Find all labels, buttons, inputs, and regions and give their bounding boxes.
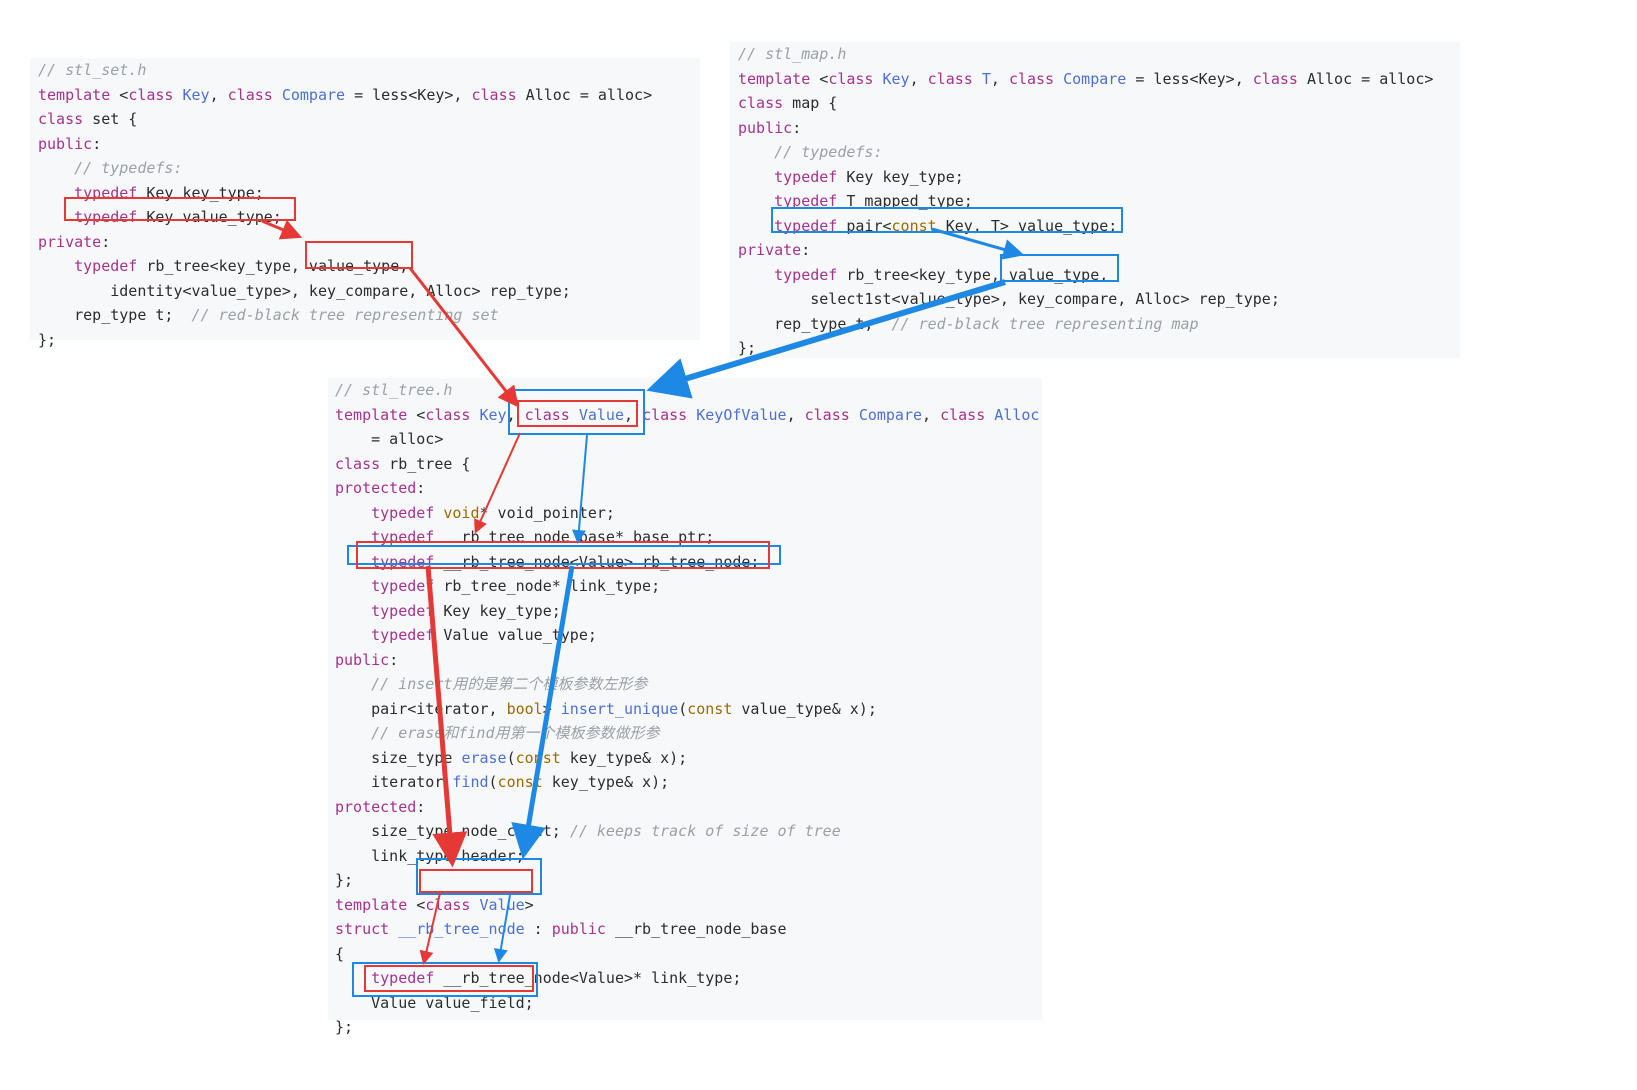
- tree-blue-arrow-to-value-field: [493, 894, 511, 963]
- tree-blue-arrow-to-node-template: [511, 565, 575, 860]
- set-arrow-typedef-to-rbtree: [261, 219, 303, 240]
- tree-red-arrow-to-node-template: [425, 565, 468, 868]
- map-arrow-typedef-to-rbtree: [931, 227, 1025, 260]
- set-arrow-rbtree-to-tree: [408, 267, 519, 408]
- flow-arrows: [261, 219, 1025, 965]
- map-arrow-rbtree-to-tree: [646, 279, 1006, 399]
- tree-blue-arrow-to-node-typedef: [571, 434, 588, 544]
- tree-red-arrow-to-value-field: [419, 892, 441, 965]
- tree-red-arrow-to-node-typedef: [474, 432, 521, 534]
